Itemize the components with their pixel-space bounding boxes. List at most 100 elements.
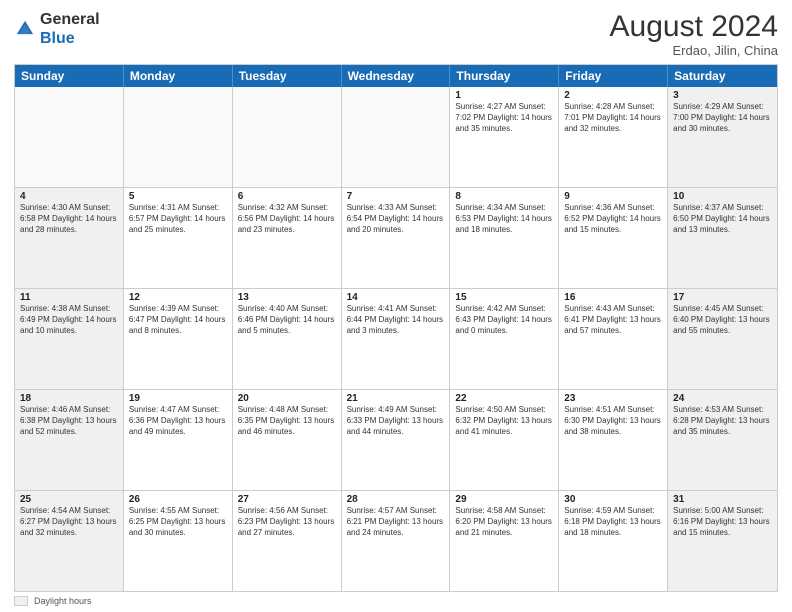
- cal-cell: 31Sunrise: 5:00 AM Sunset: 6:16 PM Dayli…: [668, 491, 777, 591]
- cell-content: Sunrise: 4:34 AM Sunset: 6:53 PM Dayligh…: [455, 203, 553, 235]
- day-number: 5: [129, 191, 227, 202]
- location: Erdao, Jilin, China: [610, 43, 778, 58]
- day-number: 30: [564, 494, 662, 505]
- legend-box: [14, 596, 28, 606]
- legend-label: Daylight hours: [34, 596, 92, 606]
- day-number: 13: [238, 292, 336, 303]
- cal-header-day: Wednesday: [342, 65, 451, 87]
- cal-cell: 3Sunrise: 4:29 AM Sunset: 7:00 PM Daylig…: [668, 87, 777, 187]
- cal-cell: 20Sunrise: 4:48 AM Sunset: 6:35 PM Dayli…: [233, 390, 342, 490]
- cell-content: Sunrise: 4:38 AM Sunset: 6:49 PM Dayligh…: [20, 304, 118, 336]
- cell-content: Sunrise: 4:48 AM Sunset: 6:35 PM Dayligh…: [238, 405, 336, 437]
- cal-cell: 2Sunrise: 4:28 AM Sunset: 7:01 PM Daylig…: [559, 87, 668, 187]
- footer: Daylight hours: [14, 596, 778, 606]
- cell-content: Sunrise: 4:33 AM Sunset: 6:54 PM Dayligh…: [347, 203, 445, 235]
- cal-cell: 4Sunrise: 4:30 AM Sunset: 6:58 PM Daylig…: [15, 188, 124, 288]
- calendar-body: 1Sunrise: 4:27 AM Sunset: 7:02 PM Daylig…: [15, 87, 777, 591]
- cal-cell: 29Sunrise: 4:58 AM Sunset: 6:20 PM Dayli…: [450, 491, 559, 591]
- cal-row: 25Sunrise: 4:54 AM Sunset: 6:27 PM Dayli…: [15, 491, 777, 591]
- cell-content: Sunrise: 4:41 AM Sunset: 6:44 PM Dayligh…: [347, 304, 445, 336]
- cal-cell: 23Sunrise: 4:51 AM Sunset: 6:30 PM Dayli…: [559, 390, 668, 490]
- cal-cell: [342, 87, 451, 187]
- cell-content: Sunrise: 4:53 AM Sunset: 6:28 PM Dayligh…: [673, 405, 772, 437]
- day-number: 12: [129, 292, 227, 303]
- cal-cell: 26Sunrise: 4:55 AM Sunset: 6:25 PM Dayli…: [124, 491, 233, 591]
- cal-cell: 14Sunrise: 4:41 AM Sunset: 6:44 PM Dayli…: [342, 289, 451, 389]
- cal-cell: 17Sunrise: 4:45 AM Sunset: 6:40 PM Dayli…: [668, 289, 777, 389]
- cal-cell: 24Sunrise: 4:53 AM Sunset: 6:28 PM Dayli…: [668, 390, 777, 490]
- day-number: 24: [673, 393, 772, 404]
- cal-cell: 18Sunrise: 4:46 AM Sunset: 6:38 PM Dayli…: [15, 390, 124, 490]
- day-number: 17: [673, 292, 772, 303]
- cal-cell: 7Sunrise: 4:33 AM Sunset: 6:54 PM Daylig…: [342, 188, 451, 288]
- page: General Blue August 2024 Erdao, Jilin, C…: [0, 0, 792, 612]
- cal-cell: 9Sunrise: 4:36 AM Sunset: 6:52 PM Daylig…: [559, 188, 668, 288]
- day-number: 6: [238, 191, 336, 202]
- cal-cell: 16Sunrise: 4:43 AM Sunset: 6:41 PM Dayli…: [559, 289, 668, 389]
- cell-content: Sunrise: 4:55 AM Sunset: 6:25 PM Dayligh…: [129, 506, 227, 538]
- cell-content: Sunrise: 4:42 AM Sunset: 6:43 PM Dayligh…: [455, 304, 553, 336]
- day-number: 14: [347, 292, 445, 303]
- cell-content: Sunrise: 4:29 AM Sunset: 7:00 PM Dayligh…: [673, 102, 772, 134]
- day-number: 27: [238, 494, 336, 505]
- cell-content: Sunrise: 4:49 AM Sunset: 6:33 PM Dayligh…: [347, 405, 445, 437]
- cell-content: Sunrise: 4:46 AM Sunset: 6:38 PM Dayligh…: [20, 405, 118, 437]
- day-number: 20: [238, 393, 336, 404]
- month-year: August 2024: [610, 10, 778, 43]
- day-number: 15: [455, 292, 553, 303]
- title-block: August 2024 Erdao, Jilin, China: [610, 10, 778, 58]
- cal-cell: 19Sunrise: 4:47 AM Sunset: 6:36 PM Dayli…: [124, 390, 233, 490]
- day-number: 4: [20, 191, 118, 202]
- day-number: 3: [673, 90, 772, 101]
- logo-general: General: [40, 11, 100, 28]
- day-number: 10: [673, 191, 772, 202]
- cal-header-day: Saturday: [668, 65, 777, 87]
- cell-content: Sunrise: 4:30 AM Sunset: 6:58 PM Dayligh…: [20, 203, 118, 235]
- day-number: 22: [455, 393, 553, 404]
- day-number: 28: [347, 494, 445, 505]
- logo-icon: [14, 18, 36, 40]
- cal-cell: [233, 87, 342, 187]
- header: General Blue August 2024 Erdao, Jilin, C…: [14, 10, 778, 58]
- cal-cell: 15Sunrise: 4:42 AM Sunset: 6:43 PM Dayli…: [450, 289, 559, 389]
- day-number: 1: [455, 90, 553, 101]
- cell-content: Sunrise: 4:45 AM Sunset: 6:40 PM Dayligh…: [673, 304, 772, 336]
- cal-header-day: Monday: [124, 65, 233, 87]
- day-number: 18: [20, 393, 118, 404]
- day-number: 2: [564, 90, 662, 101]
- cell-content: Sunrise: 4:58 AM Sunset: 6:20 PM Dayligh…: [455, 506, 553, 538]
- cal-cell: 28Sunrise: 4:57 AM Sunset: 6:21 PM Dayli…: [342, 491, 451, 591]
- calendar: SundayMondayTuesdayWednesdayThursdayFrid…: [14, 64, 778, 592]
- cell-content: Sunrise: 4:40 AM Sunset: 6:46 PM Dayligh…: [238, 304, 336, 336]
- cal-cell: 1Sunrise: 4:27 AM Sunset: 7:02 PM Daylig…: [450, 87, 559, 187]
- day-number: 23: [564, 393, 662, 404]
- cal-row: 4Sunrise: 4:30 AM Sunset: 6:58 PM Daylig…: [15, 188, 777, 289]
- cal-cell: [124, 87, 233, 187]
- logo-blue: Blue: [40, 30, 75, 47]
- cell-content: Sunrise: 4:27 AM Sunset: 7:02 PM Dayligh…: [455, 102, 553, 134]
- cell-content: Sunrise: 5:00 AM Sunset: 6:16 PM Dayligh…: [673, 506, 772, 538]
- cell-content: Sunrise: 4:39 AM Sunset: 6:47 PM Dayligh…: [129, 304, 227, 336]
- day-number: 19: [129, 393, 227, 404]
- calendar-header: SundayMondayTuesdayWednesdayThursdayFrid…: [15, 65, 777, 87]
- day-number: 7: [347, 191, 445, 202]
- cell-content: Sunrise: 4:57 AM Sunset: 6:21 PM Dayligh…: [347, 506, 445, 538]
- cell-content: Sunrise: 4:54 AM Sunset: 6:27 PM Dayligh…: [20, 506, 118, 538]
- cal-cell: 22Sunrise: 4:50 AM Sunset: 6:32 PM Dayli…: [450, 390, 559, 490]
- day-number: 11: [20, 292, 118, 303]
- day-number: 8: [455, 191, 553, 202]
- cell-content: Sunrise: 4:59 AM Sunset: 6:18 PM Dayligh…: [564, 506, 662, 538]
- logo-text: General Blue: [40, 10, 100, 48]
- cell-content: Sunrise: 4:51 AM Sunset: 6:30 PM Dayligh…: [564, 405, 662, 437]
- cal-header-day: Thursday: [450, 65, 559, 87]
- cal-cell: 30Sunrise: 4:59 AM Sunset: 6:18 PM Dayli…: [559, 491, 668, 591]
- cell-content: Sunrise: 4:37 AM Sunset: 6:50 PM Dayligh…: [673, 203, 772, 235]
- day-number: 29: [455, 494, 553, 505]
- cal-row: 1Sunrise: 4:27 AM Sunset: 7:02 PM Daylig…: [15, 87, 777, 188]
- logo: General Blue: [14, 10, 100, 48]
- day-number: 16: [564, 292, 662, 303]
- cell-content: Sunrise: 4:28 AM Sunset: 7:01 PM Dayligh…: [564, 102, 662, 134]
- cal-row: 11Sunrise: 4:38 AM Sunset: 6:49 PM Dayli…: [15, 289, 777, 390]
- cell-content: Sunrise: 4:47 AM Sunset: 6:36 PM Dayligh…: [129, 405, 227, 437]
- cal-cell: 11Sunrise: 4:38 AM Sunset: 6:49 PM Dayli…: [15, 289, 124, 389]
